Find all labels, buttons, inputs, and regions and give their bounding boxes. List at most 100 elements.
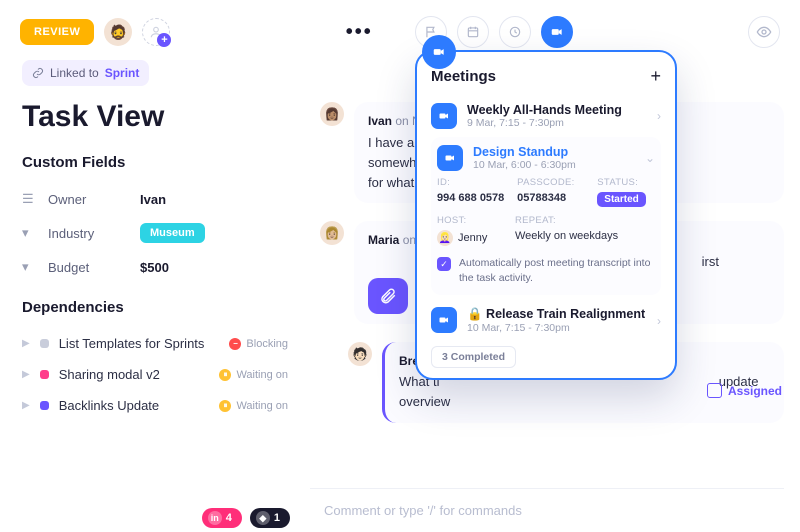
chevron-right-icon: ▶ [22, 338, 30, 349]
video-icon [437, 145, 463, 171]
auto-transcript-label: Automatically post meeting transcript in… [459, 256, 655, 285]
popover-anchor-icon [422, 35, 456, 69]
detail-label: REPEAT: [515, 215, 655, 226]
history-tool[interactable] [499, 16, 531, 48]
host-value: 👱🏻‍♀️ Jenny [437, 230, 507, 246]
meeting-time: 10 Mar, 6:00 - 6:30pm [473, 159, 576, 171]
industry-tag[interactable]: Museum [140, 223, 205, 243]
waiting-icon: ⏸ [219, 400, 231, 412]
chevron-right-icon[interactable]: › [657, 314, 661, 328]
detail-label: HOST: [437, 215, 507, 226]
field-budget: ▾ Budget $500 [22, 251, 288, 283]
video-tool[interactable] [541, 16, 573, 48]
dep-name: Sharing modal v2 [59, 367, 160, 382]
dependencies-section: Dependencies ▶ List Templates for Sprint… [22, 299, 288, 421]
comment-text: I have a [368, 135, 414, 150]
video-icon [432, 45, 446, 59]
dependency-row[interactable]: ▶ List Templates for Sprints − Blocking [22, 328, 288, 359]
completed-count[interactable]: 3 Completed [431, 346, 516, 368]
repeat-value: Weekly on weekdays [515, 230, 655, 246]
dep-status: − Blocking [229, 338, 288, 350]
calendar-icon [466, 25, 480, 39]
dep-color-dot [40, 339, 49, 348]
meeting-item-expanded: Design Standup 10 Mar, 6:00 - 6:30pm ⌄ I… [431, 137, 661, 295]
field-owner: ☰ Owner Ivan [22, 183, 288, 215]
main-area: Linked to Sprint Task View Custom Fields… [0, 56, 800, 532]
dep-color-dot [40, 370, 49, 379]
review-button[interactable]: REVIEW [20, 19, 94, 45]
field-industry: ▾ Industry Museum [22, 215, 288, 251]
watch-tool[interactable] [748, 16, 780, 48]
waiting-icon: ⏸ [219, 369, 231, 381]
meeting-id: 994 688 0578 [437, 192, 509, 207]
avatar[interactable]: 👩🏽 [320, 102, 344, 126]
calendar-tool[interactable] [457, 16, 489, 48]
meeting-item[interactable]: Weekly All-Hands Meeting 9 Mar, 7:15 - 7… [431, 97, 661, 135]
integration-chip[interactable]: in 4 [202, 508, 242, 528]
left-pane: Linked to Sprint Task View Custom Fields… [0, 56, 310, 532]
paperclip-icon [379, 287, 397, 305]
dependency-row[interactable]: ▶ Sharing modal v2 ⏸ Waiting on [22, 359, 288, 390]
page-title: Task View [22, 100, 288, 134]
meeting-item[interactable]: Design Standup 10 Mar, 6:00 - 6:30pm ⌄ [437, 145, 655, 177]
meeting-passcode: 05788348 [517, 192, 589, 207]
field-label: Owner [48, 192, 128, 207]
dep-status: ⏸ Waiting on [219, 400, 288, 412]
figma-icon: ◆ [256, 511, 270, 525]
invision-icon: in [208, 511, 222, 525]
meeting-item[interactable]: 🔒 Release Train Realignment 10 Mar, 7:15… [431, 301, 661, 340]
assignee-avatar[interactable]: 🧔 [104, 18, 132, 46]
blocking-icon: − [229, 338, 241, 350]
assigned-checkbox[interactable] [707, 383, 722, 398]
add-assignee-button[interactable] [142, 18, 170, 46]
topbar: REVIEW 🧔 ••• [0, 0, 800, 56]
field-label: Industry [48, 226, 128, 241]
linked-target: Sprint [105, 66, 140, 80]
dep-name: List Templates for Sprints [59, 336, 205, 351]
linked-prefix: Linked to [50, 66, 99, 80]
field-label: Budget [48, 260, 128, 275]
field-value[interactable]: Ivan [140, 192, 166, 207]
eye-icon [756, 24, 772, 40]
dep-status: ⏸ Waiting on [219, 369, 288, 381]
more-menu-button[interactable]: ••• [346, 21, 373, 44]
person-icon [149, 25, 163, 39]
dropdown-icon: ▾ [22, 225, 36, 241]
chevron-right-icon: ▶ [22, 369, 30, 380]
host-avatar: 👱🏻‍♀️ [437, 230, 453, 246]
avatar[interactable]: 🧑🏻 [348, 342, 372, 366]
integration-chip[interactable]: ◆ 1 [250, 508, 290, 528]
chip-count: 1 [274, 512, 280, 524]
comment-text: for what [368, 175, 414, 190]
dep-name: Backlinks Update [59, 398, 159, 413]
popover-title: Meetings [431, 68, 496, 85]
chevron-down-icon[interactable]: ⌄ [645, 151, 655, 165]
meetings-popover: Meetings + Weekly All-Hands Meeting 9 Ma… [415, 50, 677, 380]
dep-color-dot [40, 401, 49, 410]
video-icon [550, 25, 564, 39]
checkbox-checked-icon[interactable]: ✓ [437, 257, 451, 271]
owner-icon: ☰ [22, 191, 36, 207]
meeting-title: Design Standup [473, 145, 576, 159]
chevron-right-icon[interactable]: › [657, 109, 661, 123]
linked-to-pill[interactable]: Linked to Sprint [22, 60, 149, 86]
avatar[interactable]: 👩🏼 [320, 221, 344, 245]
comment-input[interactable]: Comment or type '/' for commands [310, 488, 784, 532]
dependency-row[interactable]: ▶ Backlinks Update ⏸ Waiting on [22, 390, 288, 421]
auto-transcript-option[interactable]: ✓ Automatically post meeting transcript … [437, 256, 655, 285]
comment-text: irst [702, 254, 719, 269]
video-icon [431, 103, 457, 129]
field-value[interactable]: $500 [140, 260, 169, 275]
chip-count: 4 [226, 512, 232, 524]
meeting-details-grid: ID: PASSCODE: STATUS: 994 688 0578 05788… [437, 177, 655, 207]
clock-icon [508, 25, 522, 39]
assigned-label: Assigned [728, 384, 782, 398]
detail-label: STATUS: [597, 177, 655, 188]
video-icon [431, 307, 457, 333]
detail-label: PASSCODE: [517, 177, 589, 188]
integration-chips: in 4 ◆ 1 [202, 508, 290, 528]
attachment-button[interactable] [368, 278, 408, 314]
comment-text: overview [399, 394, 450, 409]
assigned-filter[interactable]: Assigned [707, 383, 782, 398]
add-meeting-button[interactable]: + [650, 66, 661, 87]
